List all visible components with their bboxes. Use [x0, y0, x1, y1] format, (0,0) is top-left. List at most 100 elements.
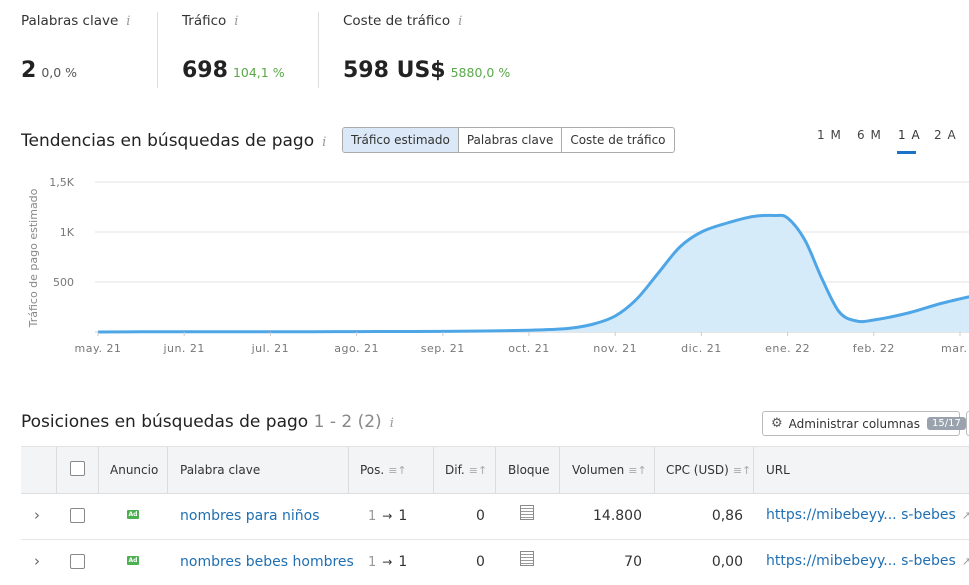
x-tick-label: feb. 22 — [853, 342, 895, 355]
y-tick-label: 500 — [53, 276, 74, 289]
x-tick-label: oct. 21 — [508, 342, 550, 355]
url-end: s-bebes — [901, 553, 956, 569]
range-1m[interactable]: 1 M — [817, 128, 842, 142]
x-tick-label: mar. 2 — [941, 342, 969, 355]
position-change: 1 → 1 — [368, 554, 407, 570]
y-axis-label: Tráfico de pago estimado — [27, 188, 40, 328]
col-pos[interactable]: Pos. ≡↑ — [360, 447, 407, 493]
traffic-area — [98, 215, 969, 332]
info-icon[interactable]: i — [458, 14, 462, 29]
y-axis-ticks: 500 1K 1,5K — [49, 176, 74, 289]
col-keyword[interactable]: Palabra clave — [180, 447, 260, 493]
col-block[interactable]: Bloque — [508, 447, 550, 493]
ad-icon: Ad — [127, 510, 139, 519]
y-tick-label: 1K — [60, 226, 75, 239]
positions-count: (2) — [357, 412, 382, 432]
tab-estimated-traffic[interactable]: Tráfico estimado — [343, 128, 458, 152]
col-pos-label: Pos. — [360, 463, 385, 477]
cpc-value: 0,00 — [711, 554, 743, 570]
arrow-right-icon: → — [382, 509, 393, 523]
col-url[interactable]: URL — [766, 447, 790, 493]
url-end: s-bebes — [901, 507, 956, 523]
manage-columns-button[interactable]: ⚙ Administrar columnas 15/17 — [762, 411, 966, 436]
info-icon[interactable]: i — [322, 135, 326, 150]
col-volume-label: Volumen — [572, 463, 625, 477]
keyword-link[interactable]: nombres bebes hombres — [180, 554, 354, 570]
position-from: 1 — [368, 509, 377, 524]
block-icon — [520, 551, 534, 566]
col-dif[interactable]: Dif. ≡↑ — [445, 447, 487, 493]
url-start: https://mibebeyy... — [766, 553, 897, 569]
external-link-icon[interactable]: ↗ — [962, 555, 969, 568]
tab-keywords[interactable]: Palabras clave — [457, 128, 561, 152]
x-axis-ticks: may. 21 jun. 21 jul. 21 ago. 21 sep. 21 oct. … — [75, 332, 969, 355]
trend-metric-tabs: Tráfico estimado Palabras clave Coste de… — [342, 127, 675, 153]
table-row: › Ad nombres para niños 1 → 1 0 14.800 0,8… — [21, 494, 969, 540]
range-1a[interactable]: 1 A — [898, 128, 921, 142]
table-header: Anuncio Palabra clave Pos. ≡↑ Dif. ≡↑ Bloq… — [21, 446, 969, 494]
sort-icon[interactable]: ≡↑ — [469, 464, 487, 477]
tab-traffic-cost[interactable]: Coste de tráfico — [561, 128, 673, 152]
info-icon[interactable]: i — [234, 14, 238, 29]
metric-delta: 0,0 % — [41, 65, 78, 80]
info-icon[interactable]: i — [390, 416, 394, 431]
keyword-link[interactable]: nombres para niños — [180, 508, 320, 524]
x-tick-label: dic. 21 — [681, 342, 722, 355]
position-change: 1 → 1 — [368, 508, 407, 524]
row-checkbox[interactable] — [70, 554, 85, 569]
position-from: 1 — [368, 555, 377, 570]
cpc-value: 0,86 — [711, 508, 743, 524]
chevron-right-icon[interactable]: › — [34, 506, 40, 524]
x-tick-label: ene. 22 — [765, 342, 810, 355]
col-volume[interactable]: Volumen ≡↑ — [572, 447, 647, 493]
positions-title: Posiciones en búsquedas de pago 1 - 2 (2… — [21, 412, 394, 432]
block-icon — [520, 505, 534, 520]
metric-value: 2 — [21, 58, 37, 83]
volume-value: 70 — [624, 554, 642, 570]
trends-title-text: Tendencias en búsquedas de pago — [21, 131, 315, 151]
active-range-indicator — [897, 151, 916, 154]
col-dif-label: Dif. — [445, 463, 465, 477]
external-link-icon[interactable]: ↗ — [962, 509, 969, 522]
url-link[interactable]: https://mibebeyy... s-bebes ↗ — [766, 553, 969, 569]
x-tick-label: sep. 21 — [421, 342, 465, 355]
divider — [318, 12, 319, 88]
col-cpc[interactable]: CPC (USD) ≡↑ — [666, 447, 751, 493]
sort-icon[interactable]: ≡↑ — [733, 464, 751, 477]
x-tick-label: may. 21 — [75, 342, 122, 355]
ad-icon: Ad — [127, 556, 139, 565]
col-cpc-label: CPC (USD) — [666, 463, 729, 477]
sort-icon[interactable]: ≡↑ — [388, 464, 406, 477]
positions-title-text: Posiciones en búsquedas de pago — [21, 412, 309, 432]
x-tick-label: jun. 21 — [162, 342, 205, 355]
arrow-right-icon: → — [382, 555, 393, 569]
position-to: 1 — [398, 508, 408, 524]
metric-delta: 5880,0 % — [450, 65, 511, 80]
metric-label: Coste de tráfico — [343, 13, 451, 29]
trends-title: Tendencias en búsquedas de pago i — [21, 131, 326, 151]
range-6m[interactable]: 6 M — [857, 128, 882, 142]
sort-icon[interactable]: ≡↑ — [628, 464, 646, 477]
range-2a[interactable]: 2 A — [934, 128, 957, 142]
info-icon[interactable]: i — [126, 14, 130, 29]
divider — [157, 12, 158, 88]
dif-value: 0 — [476, 508, 485, 524]
metric-delta: 104,1 % — [232, 65, 285, 80]
positions-range: 1 - 2 — [313, 412, 353, 432]
metric-label: Tráfico — [182, 13, 227, 29]
select-all-checkbox[interactable] — [70, 461, 85, 476]
trend-chart: 500 1K 1,5K may. 21 jun. 21 jul. 21 ago. 21 se… — [27, 176, 969, 355]
x-tick-label: ago. 21 — [334, 342, 379, 355]
x-tick-label: jul. 21 — [251, 342, 290, 355]
chevron-right-icon[interactable]: › — [34, 552, 40, 570]
metric-value: 698 — [182, 58, 228, 83]
row-checkbox[interactable] — [70, 508, 85, 523]
col-ad[interactable]: Anuncio — [110, 447, 158, 493]
y-tick-label: 1,5K — [49, 176, 74, 189]
position-to: 1 — [398, 554, 408, 570]
gear-icon: ⚙ — [771, 416, 783, 431]
url-link[interactable]: https://mibebeyy... s-bebes ↗ — [766, 507, 969, 523]
x-tick-label: nov. 21 — [593, 342, 637, 355]
columns-badge: 15/17 — [927, 417, 966, 430]
metric-value: 598 US$ — [343, 58, 446, 83]
